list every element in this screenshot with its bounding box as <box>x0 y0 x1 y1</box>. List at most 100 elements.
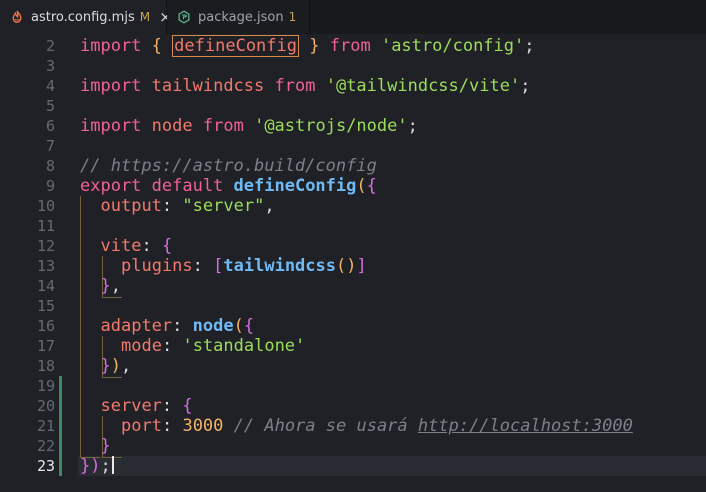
punctuation-token: , <box>264 196 275 216</box>
indent-token <box>80 316 90 336</box>
vscode-window: astro.config.mjs M × package.json 1 2 3 … <box>0 0 706 492</box>
array-bracket-token: [ <box>213 256 224 276</box>
closing-token: }) <box>80 456 101 476</box>
tab-package-json[interactable]: package.json 1 <box>167 0 310 34</box>
punctuation-token: ; <box>407 116 418 136</box>
code-line[interactable]: vite: { <box>80 236 173 256</box>
indent-token <box>111 416 121 436</box>
line-number: 13 <box>36 257 55 275</box>
indent-token <box>90 236 100 256</box>
keyword-token: import <box>80 116 142 136</box>
property-token: server <box>100 396 162 416</box>
code-line[interactable]: // https://astro.build/config <box>80 156 377 176</box>
property-token: mode <box>121 336 162 356</box>
tab-astro-config[interactable]: astro.config.mjs M × <box>0 0 172 34</box>
punctuation-token: : <box>161 416 173 436</box>
line-number: 19 <box>36 377 55 395</box>
line-number: 10 <box>36 197 55 215</box>
code-line[interactable]: port: 3000 // Ahora se usará http://loca… <box>80 416 633 436</box>
indent-token <box>90 196 100 216</box>
indent-token <box>90 356 100 376</box>
line-number: 3 <box>45 57 55 75</box>
indent-token <box>90 336 100 356</box>
property-token: port <box>121 416 162 436</box>
code-line[interactable]: server: { <box>80 396 193 416</box>
indent-token <box>101 256 111 276</box>
line-number: 16 <box>36 317 55 335</box>
code-line[interactable]: }), <box>80 356 132 376</box>
line-number: 14 <box>36 277 55 295</box>
function-token: node <box>192 316 234 336</box>
line-number: 15 <box>36 297 55 315</box>
line-number: 7 <box>45 137 55 155</box>
line-number: 22 <box>36 437 55 455</box>
code-line[interactable]: import tailwindcss from '@tailwindcss/vi… <box>80 76 530 96</box>
code-line[interactable]: } <box>80 436 111 456</box>
keyword-token: import <box>80 76 142 96</box>
punctuation-token: , <box>110 276 121 296</box>
indent-token <box>90 416 100 436</box>
code-line[interactable]: export default defineConfig({ <box>80 176 377 196</box>
code-line[interactable]: import { defineConfig } from 'astro/conf… <box>80 35 535 57</box>
astro-file-icon <box>12 10 22 23</box>
line-number: 9 <box>45 177 55 195</box>
indent-token <box>101 416 111 436</box>
tab-label-astro-config: astro.config.mjs <box>31 9 135 25</box>
indent-token <box>90 436 100 456</box>
line-number: 8 <box>45 157 55 175</box>
function-token: tailwindcss <box>223 256 336 276</box>
code-line[interactable]: mode: 'standalone' <box>80 336 305 356</box>
keyword-token: from <box>202 116 244 136</box>
punctuation-token: : <box>172 316 183 336</box>
call-parentheses-token: () <box>336 256 357 276</box>
function-token: defineConfig <box>233 176 357 196</box>
paren-token: ( <box>356 176 367 196</box>
problem-count-badge: 1 <box>288 10 297 24</box>
code-line[interactable]: output: "server", <box>80 196 275 216</box>
punctuation-token: ; <box>520 76 531 96</box>
code-line[interactable]: adapter: node({ <box>80 316 255 336</box>
punctuation-token: : <box>192 256 203 276</box>
line-number: 5 <box>45 97 55 115</box>
line-number: 20 <box>36 397 55 415</box>
code-line[interactable]: plugins: [tailwindcss()] <box>80 256 367 276</box>
number-token: 3000 <box>182 416 224 436</box>
property-token: output <box>100 196 162 216</box>
keyword-token: export default <box>80 176 224 196</box>
keyword-token: from <box>329 36 371 56</box>
comment-token: // https://astro.build/config <box>80 156 377 176</box>
property-token: adapter <box>100 316 173 336</box>
identifier-token: tailwindcss <box>151 76 265 96</box>
indent-token <box>90 396 100 416</box>
indent-token <box>90 256 100 276</box>
line-number: 12 <box>36 237 55 255</box>
paren-token: ) <box>110 356 121 376</box>
line-number: 11 <box>36 217 55 235</box>
brace-token: { <box>151 36 162 56</box>
punctuation-token: ; <box>100 456 111 476</box>
current-code-line[interactable]: }); <box>80 456 114 476</box>
code-editor[interactable]: 2 3 4 5 6 7 8 9 10 11 12 13 14 15 16 17 … <box>0 34 706 492</box>
brace-token: } <box>100 276 111 296</box>
code-line[interactable]: }, <box>80 276 122 296</box>
comment-token: // Ahora se usará <box>233 416 418 436</box>
keyword-token: from <box>274 76 316 96</box>
line-number: 4 <box>45 77 55 95</box>
localhost-link[interactable]: http://localhost:3000 <box>418 416 633 436</box>
code-line[interactable]: import node from '@astrojs/node'; <box>80 116 418 136</box>
identifier-token: defineConfig <box>172 35 299 57</box>
punctuation-token: ; <box>524 36 535 56</box>
brace-token: { <box>366 176 377 196</box>
